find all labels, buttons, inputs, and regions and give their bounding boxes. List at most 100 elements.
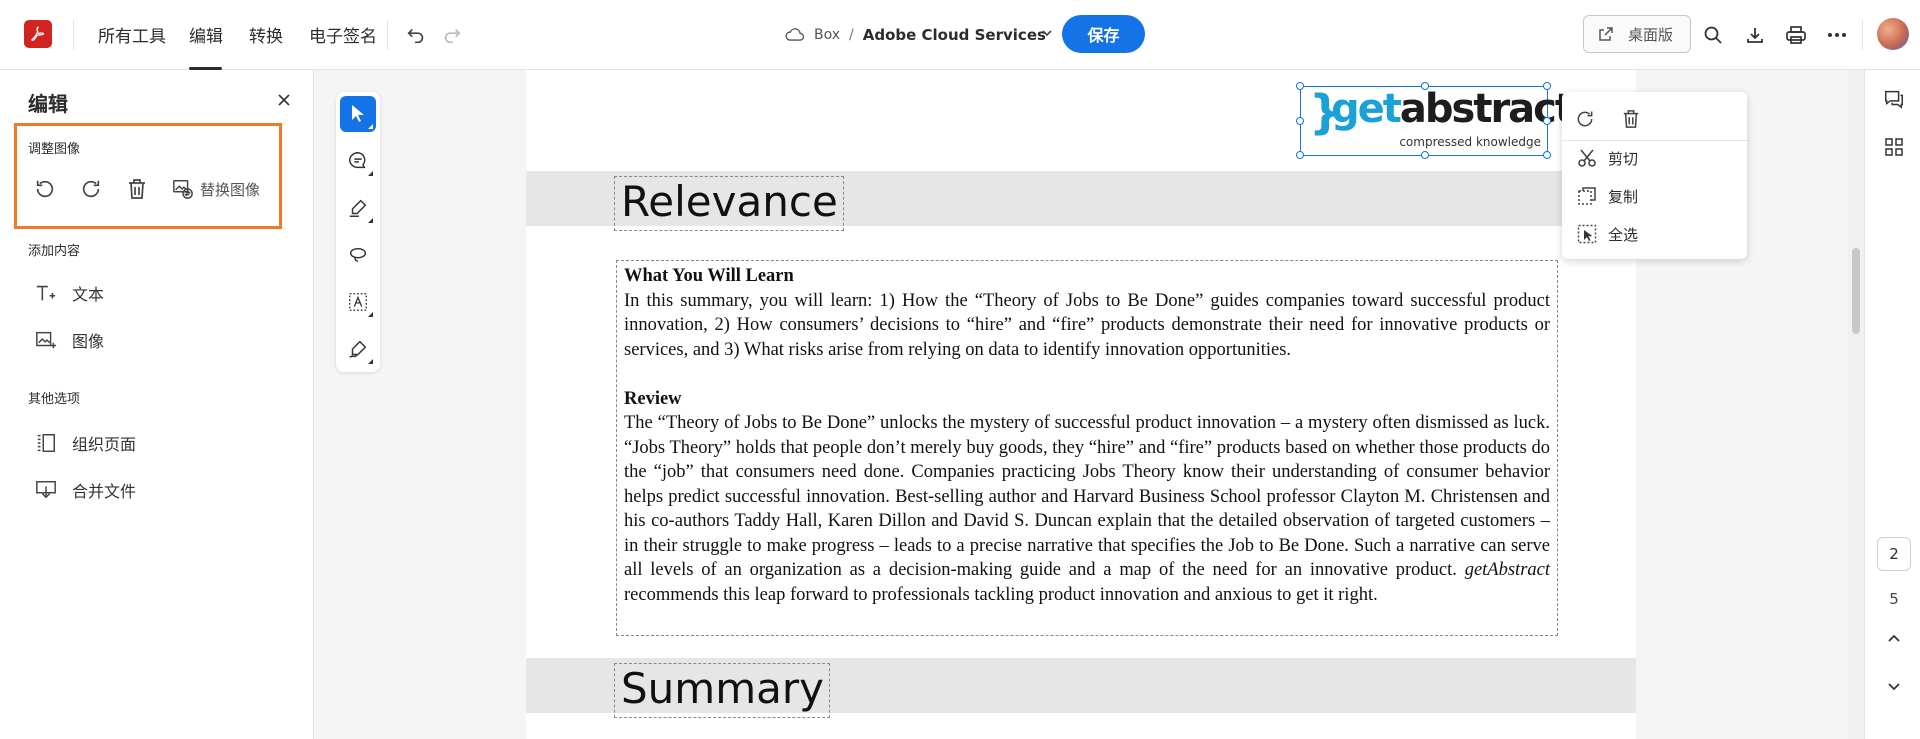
adjust-image-section-title: 调整图像 (28, 142, 81, 157)
organize-pages-icon (34, 431, 58, 455)
document-name[interactable]: Adobe Cloud Services (863, 26, 1046, 44)
combine-files-label: 合并文件 (72, 482, 137, 501)
review-body: The “Theory of Jobs to Be Done” unlocks … (624, 413, 1550, 605)
open-desktop-button[interactable]: 桌面版 (1583, 15, 1691, 53)
image-context-menu: 剪切 复制 全选 (1562, 92, 1747, 259)
scissors-icon (1576, 147, 1598, 169)
text-box-icon (347, 291, 369, 313)
heading-summary[interactable]: Summary (614, 663, 830, 718)
text-block[interactable]: What You Will Learn In this summary, you… (616, 260, 1558, 636)
add-image-label: 图像 (72, 332, 105, 351)
highlight-tool-button[interactable] (340, 190, 376, 226)
other-options-section-title: 其他选项 (28, 392, 81, 407)
external-link-icon (1598, 26, 1614, 42)
chevron-up-icon[interactable] (1882, 627, 1906, 651)
menu-item-copy[interactable]: 复制 (1576, 183, 1638, 209)
text-box-tool-button[interactable] (340, 284, 376, 320)
lasso-icon (347, 244, 369, 266)
combine-files-button[interactable]: 合并文件 (34, 477, 136, 503)
learn-title: What You Will Learn (624, 266, 794, 286)
comment-tool-button[interactable] (340, 143, 376, 179)
review-brand: getAbstract (1464, 560, 1550, 580)
chevron-down-icon[interactable] (1882, 674, 1906, 698)
copy-icon (1576, 185, 1598, 207)
toolbar-divider (73, 20, 74, 50)
avatar[interactable] (1877, 18, 1909, 50)
edit-panel: 编辑 调整图像 替换图像 添加内容 文本 图像 其他选项 组织页面 合并文件 (0, 70, 314, 739)
resize-handle[interactable] (1543, 117, 1551, 125)
acrobat-logo-icon[interactable] (24, 20, 52, 48)
delete-icon[interactable] (124, 176, 150, 202)
cursor-icon (349, 104, 367, 124)
breadcrumb-separator: / (849, 27, 854, 43)
sign-tool-button[interactable] (340, 331, 376, 367)
undo-icon[interactable] (403, 22, 429, 48)
resize-handle[interactable] (1543, 82, 1551, 90)
chevron-down-icon[interactable] (1040, 26, 1054, 40)
cloud-icon (784, 26, 806, 44)
resize-handle[interactable] (1296, 82, 1304, 90)
draw-tool-button[interactable] (340, 237, 376, 273)
vertical-scrollbar[interactable] (1848, 70, 1864, 739)
rotate-left-icon[interactable] (32, 176, 58, 202)
resize-handle[interactable] (1296, 151, 1304, 159)
breadcrumb-storage[interactable]: Box (814, 27, 840, 43)
menu-item-select-all[interactable]: 全选 (1576, 221, 1638, 247)
heading-relevance[interactable]: Relevance (614, 176, 844, 231)
select-all-icon (1576, 223, 1598, 245)
add-image-icon (34, 328, 58, 352)
combine-files-icon (34, 478, 58, 502)
download-icon[interactable] (1742, 22, 1768, 48)
organize-pages-button[interactable]: 组织页面 (34, 430, 136, 456)
menu-item-cut-label: 剪切 (1608, 149, 1639, 168)
current-page-input[interactable]: 2 (1877, 537, 1911, 571)
learn-body: In this summary, you will learn: 1) How … (624, 290, 1550, 360)
total-pages: 5 (1889, 590, 1899, 608)
menu-item-cut[interactable]: 剪切 (1576, 145, 1638, 171)
menu-item-copy-label: 复制 (1608, 187, 1639, 206)
close-icon[interactable] (278, 94, 290, 106)
pen-icon (347, 197, 369, 219)
search-icon[interactable] (1700, 22, 1726, 48)
panel-title: 编辑 (28, 92, 68, 116)
rotate-icon[interactable] (1572, 106, 1598, 132)
nav-all-tools[interactable]: 所有工具 (98, 22, 166, 47)
top-toolbar: 所有工具 编辑 转换 电子签名 Box / Adobe Cloud Servic… (0, 0, 1920, 70)
replace-image-button[interactable]: 替换图像 (200, 179, 260, 200)
nav-edit[interactable]: 编辑 (189, 22, 223, 47)
nav-convert[interactable]: 转换 (249, 22, 283, 47)
toolbar-divider (1862, 20, 1863, 50)
selected-logo-image[interactable]: } getabstract compressed knowledge (1296, 82, 1574, 159)
rotate-right-icon[interactable] (78, 176, 104, 202)
resize-handle[interactable] (1421, 151, 1429, 159)
getabstract-tagline: compressed knowledge (1399, 135, 1541, 149)
organize-pages-label: 组织页面 (72, 435, 137, 454)
resize-handle[interactable] (1421, 82, 1429, 90)
add-image-button[interactable]: 图像 (34, 327, 104, 353)
scrollbar-thumb[interactable] (1852, 248, 1860, 334)
save-button[interactable]: 保存 (1062, 15, 1145, 53)
resize-handle[interactable] (1543, 151, 1551, 159)
add-text-icon (34, 281, 58, 305)
add-text-button[interactable]: 文本 (34, 280, 104, 306)
thumbnails-grid-icon[interactable] (1882, 135, 1906, 159)
comments-panel-icon[interactable] (1882, 87, 1906, 111)
signature-icon (347, 338, 369, 360)
resize-handle[interactable] (1296, 117, 1304, 125)
desktop-label: 桌面版 (1628, 25, 1674, 44)
review-title: Review (624, 388, 682, 409)
add-text-label: 文本 (72, 285, 105, 304)
replace-image-icon[interactable] (170, 176, 196, 202)
menu-item-select-all-label: 全选 (1608, 225, 1639, 244)
delete-icon[interactable] (1618, 106, 1644, 132)
redo-icon[interactable] (439, 22, 465, 48)
select-tool-button[interactable] (340, 96, 376, 132)
toolbar-divider (387, 20, 388, 50)
menu-divider (1562, 140, 1747, 141)
nav-e-sign[interactable]: 电子签名 (309, 22, 377, 47)
comment-icon (347, 150, 369, 172)
print-icon[interactable] (1783, 22, 1809, 48)
document-page: Relevance What You Will Learn In this su… (526, 70, 1636, 739)
getabstract-wordmark: getabstract (1331, 86, 1574, 132)
more-options-icon[interactable] (1824, 22, 1850, 48)
